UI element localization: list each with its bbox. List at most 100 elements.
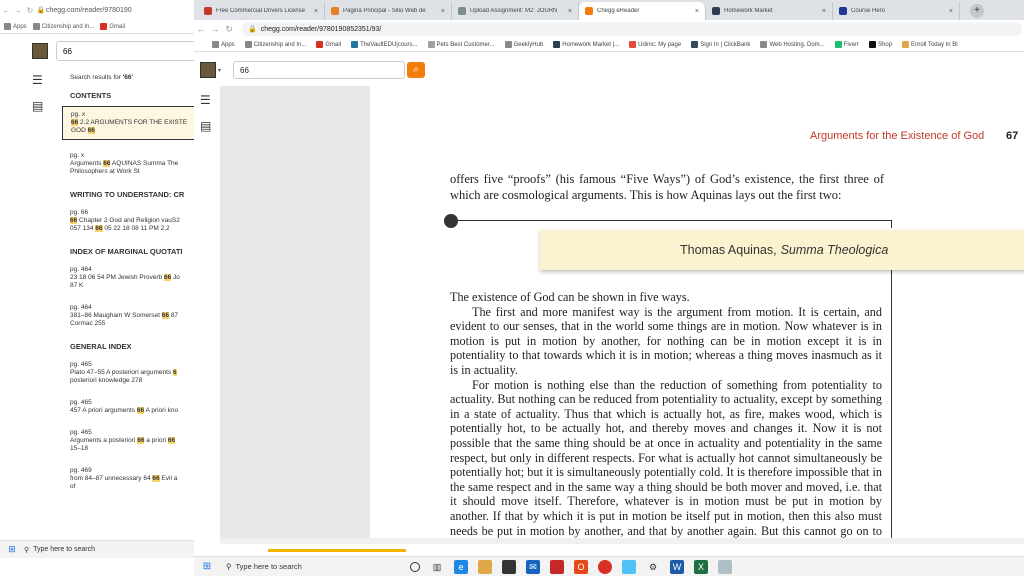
book-search-input[interactable] [233, 61, 406, 79]
globe-icon [760, 41, 768, 48]
close-icon[interactable]: × [568, 8, 572, 15]
bookmark-citizenship[interactable]: Citizenship and In... [32, 23, 94, 30]
bookmark-clickbank[interactable]: Sign In | ClickBank [691, 41, 750, 48]
reload-icon[interactable]: ↻ [24, 6, 36, 15]
tab-chegg-ereader[interactable]: Chegg eReader × [579, 2, 706, 20]
bookmark-pets-best[interactable]: Pets Best Customer... [427, 41, 495, 48]
gmail-icon [316, 41, 324, 48]
close-icon[interactable]: × [822, 8, 826, 15]
excel-icon[interactable]: X [694, 559, 708, 574]
bookmark-gmail[interactable]: Gmail [100, 23, 125, 30]
word-icon[interactable]: W [670, 559, 684, 574]
tab-course-hero[interactable]: Course Hero × [833, 2, 960, 20]
new-tab-button[interactable]: + [970, 4, 984, 18]
toc-icon[interactable]: ☰ [200, 94, 214, 106]
tab-favicon-icon [458, 7, 466, 15]
avatar[interactable] [200, 62, 216, 78]
search-result-item[interactable]: pg. 464 23 18 06 54 PM Jewish Proverb 66… [62, 262, 196, 294]
chevron-down-icon[interactable]: ▾ [218, 67, 221, 74]
taskbar-search-text[interactable]: Type here to search [236, 562, 302, 571]
tab-pagina-principal[interactable]: Página Principal - Sitio Web de × [325, 2, 452, 20]
edge-icon[interactable]: e [454, 559, 468, 574]
windows-start-icon[interactable]: ⊞ [194, 561, 220, 572]
close-icon[interactable]: × [441, 8, 445, 15]
horizontal-scrollbar[interactable] [220, 538, 1024, 544]
address-bar[interactable]: 🔒 chegg.com/reader/9780190852351/93/ [242, 22, 1022, 36]
back-browser-window: ← → ↻ 🔒 chegg.com/reader/9780190 Apps Ci… [0, 0, 200, 576]
paw-icon [427, 41, 435, 48]
search-result-item[interactable]: pg. 469 from 84–87 unnecessary 64 66 Evi… [62, 463, 196, 495]
bookmark-web-hosting[interactable]: Web Hosting, Dom... [760, 41, 825, 48]
close-icon[interactable]: × [314, 8, 318, 15]
apps-icon [4, 23, 11, 30]
search-result-item[interactable]: pg. 465 Plato 47–55 A posteriori argumen… [62, 357, 196, 389]
search-result-item[interactable]: pg. 66 66 Chapter 2 God and Religion vau… [62, 205, 196, 237]
fiverr-icon [834, 41, 842, 48]
udinic-icon [629, 41, 637, 48]
tab-drivers-license[interactable]: Free Commercial Drivers License × [198, 2, 325, 20]
address-row: ← → ↻ 🔒 chegg.com/reader/9780190852351/9… [194, 20, 1024, 38]
windows-start-icon[interactable]: ⊞ [0, 544, 24, 555]
globe-icon [244, 41, 252, 48]
bookmark-apps[interactable]: Apps [212, 41, 235, 48]
bookmark-fiverr[interactable]: Fiverr [834, 41, 859, 48]
file-explorer-icon[interactable] [478, 559, 492, 574]
source-banner: Thomas Aquinas, Summa Theologica [540, 230, 1024, 270]
search-result-item[interactable]: pg. x Arguments 66 AQUINAS Summa The Phi… [62, 148, 196, 180]
close-icon[interactable]: × [695, 8, 699, 15]
search-result-item[interactable]: pg. 465 457 A priori arguments 66 A prio… [62, 395, 196, 419]
search-result-item[interactable]: pg. 464 381–86 Maugham W Somerset 66 87 … [62, 300, 196, 332]
back-book-search-input[interactable] [56, 41, 196, 61]
settings-gear-icon[interactable]: ⚙ [646, 560, 660, 574]
side-rule [891, 270, 892, 540]
bookmark-homework-market[interactable]: Homework Market |... [553, 41, 619, 48]
bookmark-udinic[interactable]: Udinic: My page [629, 41, 681, 48]
toc-icon[interactable]: ☰ [32, 74, 46, 86]
avatar[interactable] [32, 43, 48, 59]
back-url-text[interactable]: chegg.com/reader/9780190 [46, 7, 132, 14]
url-text[interactable]: chegg.com/reader/9780190852351/93/ [261, 26, 382, 33]
notes-icon[interactable]: ▤ [200, 120, 214, 132]
search-button[interactable]: ⌕ [407, 62, 426, 78]
bookmark-thevaultedu[interactable]: TheVaultEDU|cours... [351, 41, 418, 48]
back-arrow-icon[interactable]: ← [0, 6, 12, 15]
search-result-item[interactable]: pg. x 66 2.2 ARGUMENTS FOR THE EXISTE GO… [62, 106, 196, 140]
mail-icon[interactable]: ✉ [526, 559, 540, 574]
notes-icon[interactable]: ▤ [32, 100, 46, 112]
bookmark-gmail[interactable]: Gmail [316, 41, 341, 48]
running-head: Arguments for the Existence of God [810, 130, 985, 142]
back-arrow-icon[interactable]: ← [194, 24, 208, 34]
bookmark-citizenship[interactable]: Citizenship and In... [244, 41, 306, 48]
bookmark-geeklyhub[interactable]: GeeklyHub [504, 41, 543, 48]
homework-market-icon [553, 41, 561, 48]
close-icon[interactable]: × [949, 8, 953, 15]
bookmark-shop[interactable]: Shop [869, 41, 892, 48]
taskbar-search[interactable]: ⚲ Type here to search [220, 558, 400, 576]
chrome-icon[interactable] [598, 559, 612, 574]
taskbar: ⊞ ⚲ Type here to search ▥ e ✉ O ⚙ W X [194, 556, 1024, 576]
globe-icon [504, 41, 512, 48]
app-icon[interactable] [622, 559, 636, 574]
reload-icon[interactable]: ↻ [222, 24, 236, 35]
cortana-icon[interactable] [410, 561, 420, 572]
rule-tick [891, 220, 892, 228]
forward-arrow-icon[interactable]: → [12, 6, 24, 15]
results-section-title: GENERAL INDEX [70, 342, 132, 351]
calendar-icon[interactable] [550, 559, 564, 574]
bookmark-apps[interactable]: Apps [4, 23, 27, 30]
results-section-title: WRITING TO UNDERSTAND: CR [70, 190, 185, 199]
search-result-item[interactable]: pg. 465 Arguments a posteriori 66 a prio… [62, 425, 196, 457]
task-view-icon[interactable]: ▥ [430, 560, 444, 574]
scroll-progress-bar [268, 549, 406, 552]
front-browser-window: Free Commercial Drivers License × Página … [194, 0, 1024, 576]
bookmark-enroll[interactable]: Enroll Today In Bl [902, 41, 958, 48]
office-icon[interactable]: O [574, 559, 588, 574]
forward-arrow-icon[interactable]: → [208, 24, 222, 34]
back-taskbar-search[interactable]: Type here to search [33, 546, 95, 553]
tab-upload-assignment[interactable]: Upload Assignment: M2: JOURN × [452, 2, 579, 20]
tab-homework-market[interactable]: Homework Market × [706, 2, 833, 20]
store-icon[interactable] [502, 559, 516, 574]
gmail-icon [100, 23, 108, 30]
back-url-bar[interactable]: ← → ↻ 🔒 chegg.com/reader/9780190 [0, 1, 200, 19]
paint-icon[interactable] [718, 559, 732, 574]
